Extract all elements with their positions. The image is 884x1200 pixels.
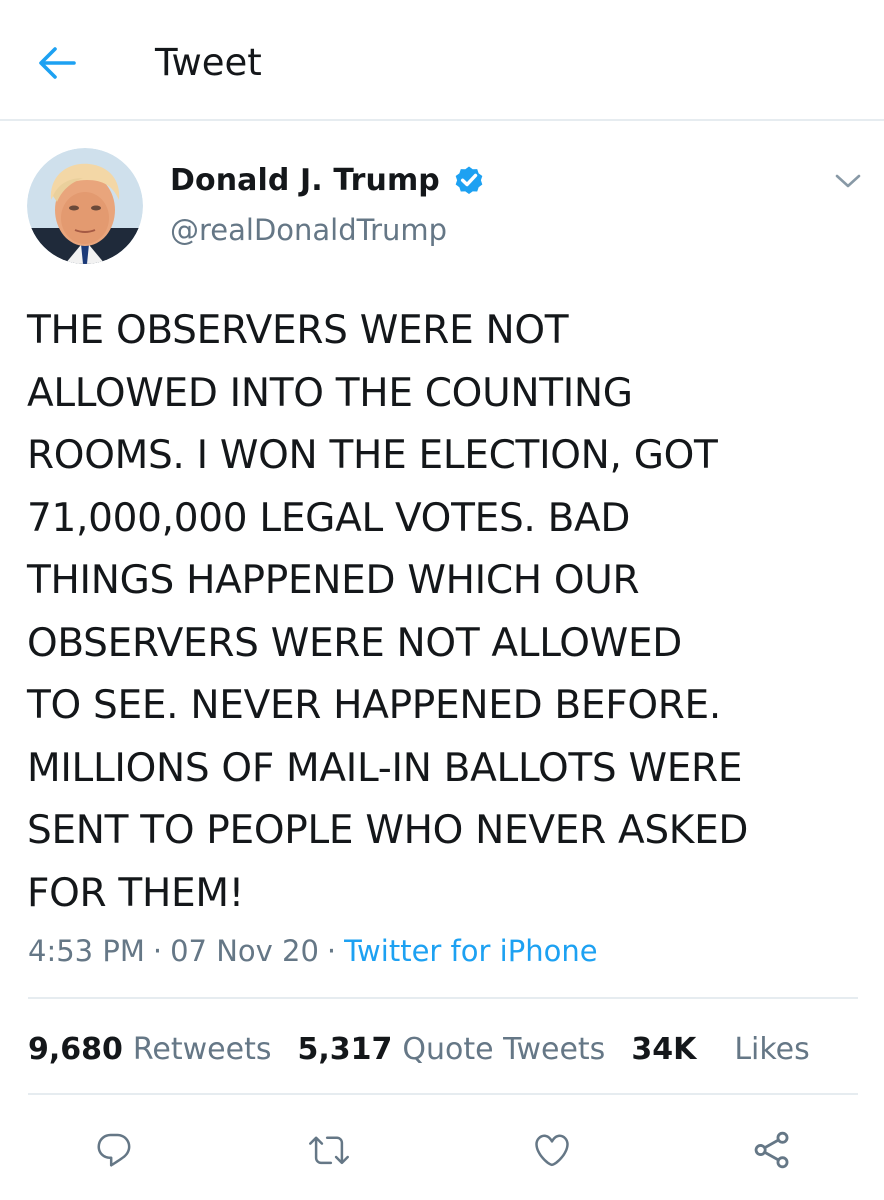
avatar-image: [27, 148, 143, 264]
tweet-date: 07 Nov 20: [170, 934, 319, 968]
author-name-row: Donald J. Trump: [170, 158, 486, 202]
retweets-label: Retweets: [132, 1031, 272, 1067]
retweets-stat[interactable]: 9,680 Retweets: [28, 1032, 271, 1067]
meta-separator: ·: [152, 934, 163, 968]
avatar[interactable]: [27, 148, 143, 264]
user-handle[interactable]: @realDonaldTrump: [170, 213, 447, 247]
back-button[interactable]: [32, 40, 82, 86]
chevron-down-icon: [835, 174, 861, 188]
display-name[interactable]: Donald J. Trump: [170, 163, 440, 198]
likes-count: 34K: [631, 1031, 697, 1067]
divider: [28, 1093, 858, 1095]
quote-tweets-label: Quote Tweets: [402, 1031, 606, 1067]
meta-separator: ·: [326, 934, 337, 968]
share-button[interactable]: [746, 1124, 798, 1176]
verified-badge-icon: [455, 166, 483, 195]
page-title: Tweet: [155, 41, 262, 84]
retweet-icon: [309, 1136, 349, 1165]
quote-tweets-count: 5,317: [297, 1031, 393, 1067]
share-icon: [754, 1131, 789, 1169]
likes-stat[interactable]: 34K Likes: [631, 1032, 809, 1067]
like-button[interactable]: [526, 1124, 578, 1176]
reply-icon: [97, 1133, 131, 1167]
divider: [28, 997, 858, 999]
top-bar: Tweet: [0, 0, 884, 121]
more-options-button[interactable]: [832, 166, 864, 196]
heart-icon: [535, 1134, 569, 1167]
tweet-time: 4:53 PM: [28, 934, 145, 968]
quote-tweets-stat[interactable]: 5,317 Quote Tweets: [297, 1032, 605, 1067]
arrow-left-icon: [39, 47, 76, 79]
tweet-meta: 4:53 PM · 07 Nov 20 · Twitter for iPhone: [28, 928, 598, 974]
retweet-button[interactable]: [303, 1124, 355, 1176]
engagement-stats: 9,680 Retweets 5,317 Quote Tweets 34K Li…: [28, 1026, 810, 1072]
reply-button[interactable]: [88, 1124, 140, 1176]
action-bar: [0, 1110, 884, 1180]
tweet-detail-page: Tweet Donald J. Trump @realDonaldTrump T…: [0, 0, 884, 1200]
retweets-count: 9,680: [28, 1031, 123, 1067]
likes-label: Likes: [734, 1031, 810, 1067]
tweet-text: THE OBSERVERS WERE NOT ALLOWED INTO THE …: [27, 308, 749, 916]
tweet-source-link[interactable]: Twitter for iPhone: [344, 934, 597, 968]
